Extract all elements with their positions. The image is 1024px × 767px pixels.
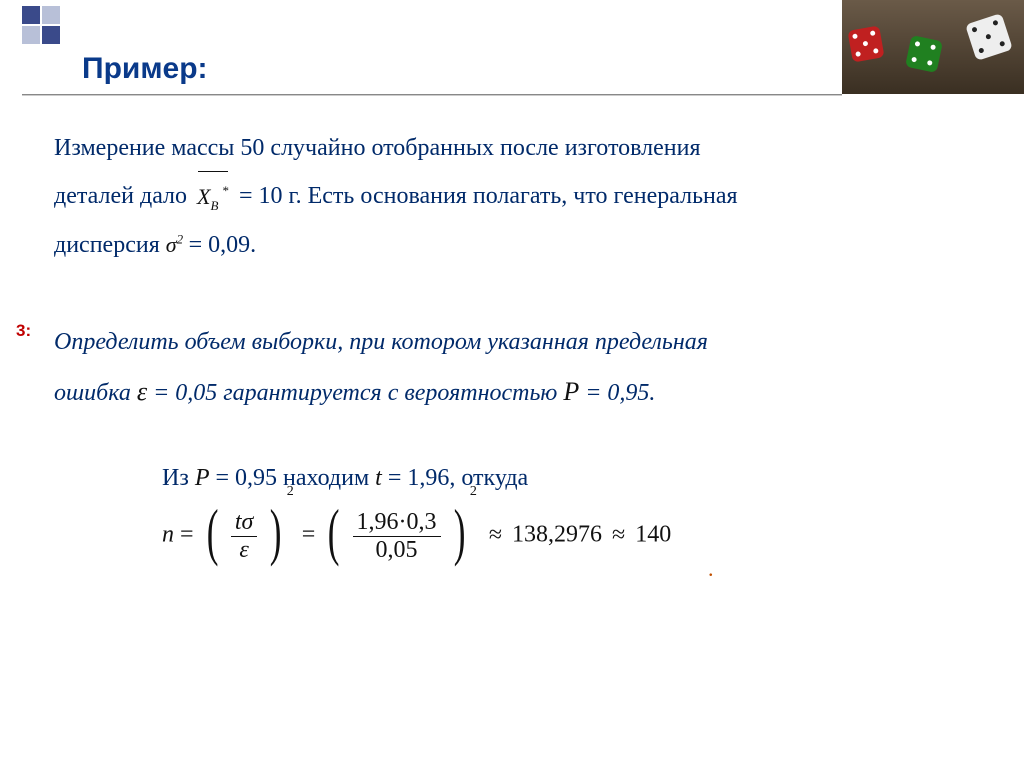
paren-group-1: ( tσ ε ) bbox=[202, 504, 287, 568]
square-icon bbox=[42, 6, 60, 24]
paren-group-2: ( 1,96·0,3 0,05 ) bbox=[323, 504, 470, 568]
exponent-2: 2 bbox=[470, 484, 477, 499]
n-var: n bbox=[162, 522, 174, 548]
numerator-2: 1,96·0,3 bbox=[353, 509, 441, 536]
x-sub: В bbox=[210, 198, 218, 213]
task-text: ошибка bbox=[54, 380, 137, 406]
intro-line-2: деталей дало XВ * = 10 г. Есть основания … bbox=[54, 172, 974, 221]
intro-text: дисперсия bbox=[54, 232, 166, 258]
sol-text: = 1,96, откуда bbox=[388, 465, 528, 491]
numerator-1: tσ bbox=[231, 509, 258, 536]
right-paren-icon: ) bbox=[270, 500, 282, 564]
square-icon bbox=[22, 26, 40, 44]
title-divider bbox=[22, 94, 842, 95]
epsilon-symbol: ε bbox=[137, 377, 147, 406]
slide-title-region: Пример: bbox=[22, 52, 842, 86]
right-paren-icon: ) bbox=[453, 500, 465, 564]
task-line-1: Определить объем выборки, при котором ук… bbox=[54, 318, 974, 366]
task-text: = 0,95. bbox=[585, 380, 655, 406]
task-statement: Определить объем выборки, при котором ук… bbox=[54, 318, 974, 418]
slide-title: Пример: bbox=[82, 52, 842, 86]
t-var: t bbox=[375, 465, 382, 491]
x-var: X bbox=[197, 184, 210, 209]
exponent-2: 2 bbox=[287, 484, 294, 499]
result-value-2: 140 bbox=[635, 522, 671, 548]
equals: = bbox=[302, 522, 316, 548]
probability-symbol: P bbox=[563, 377, 579, 406]
trailing-period: . bbox=[708, 556, 714, 582]
sol-text: Из bbox=[162, 465, 195, 491]
sigma-var: σ bbox=[166, 232, 177, 257]
square-icon bbox=[22, 6, 40, 24]
p-var: P bbox=[195, 465, 210, 491]
sigma-sup: 2 bbox=[177, 232, 184, 247]
intro-line-1: Измерение массы 50 случайно отобранных п… bbox=[54, 124, 974, 172]
white-die-icon bbox=[965, 13, 1013, 61]
denominator-1: ε bbox=[231, 536, 258, 564]
intro-text: = 0,09. bbox=[189, 232, 257, 258]
approx-symbol: ≈ bbox=[489, 522, 502, 548]
denominator-2: 0,05 bbox=[353, 536, 441, 564]
approx-symbol: ≈ bbox=[612, 522, 625, 548]
result-value-1: 138,2976 bbox=[512, 522, 602, 548]
green-die-icon bbox=[905, 35, 943, 73]
intro-text: деталей дало bbox=[54, 183, 193, 209]
equals: = bbox=[180, 522, 194, 548]
intro-text: = 10 г. Есть основания полагать, что ген… bbox=[239, 183, 738, 209]
fraction-1: tσ ε bbox=[231, 509, 258, 564]
problem-intro: Измерение массы 50 случайно отобранных п… bbox=[54, 124, 974, 269]
left-paren-icon: ( bbox=[206, 500, 218, 564]
sol-text: = 0,95 находим bbox=[215, 465, 375, 491]
dice-image bbox=[842, 0, 1024, 94]
fraction-2: 1,96·0,3 0,05 bbox=[353, 509, 441, 564]
task-text: = 0,05 гарантируется с вероятностью bbox=[153, 380, 563, 406]
square-icon bbox=[42, 26, 60, 44]
left-paren-icon: ( bbox=[328, 500, 340, 564]
sample-size-formula: n = ( tσ ε ) 2 = ( 1,96·0,3 0,05 ) 2 ≈ 1… bbox=[162, 504, 671, 568]
x-sup: * bbox=[222, 183, 229, 198]
sigma-squared-symbol: σ2 bbox=[166, 232, 189, 257]
sample-mean-symbol: XВ * bbox=[197, 173, 229, 221]
task-number-label: 3: bbox=[16, 321, 31, 341]
task-line-2: ошибка ε = 0,05 гарантируется с вероятно… bbox=[54, 366, 974, 418]
red-die-icon bbox=[847, 25, 884, 62]
intro-line-3: дисперсия σ2 = 0,09. bbox=[54, 221, 974, 269]
